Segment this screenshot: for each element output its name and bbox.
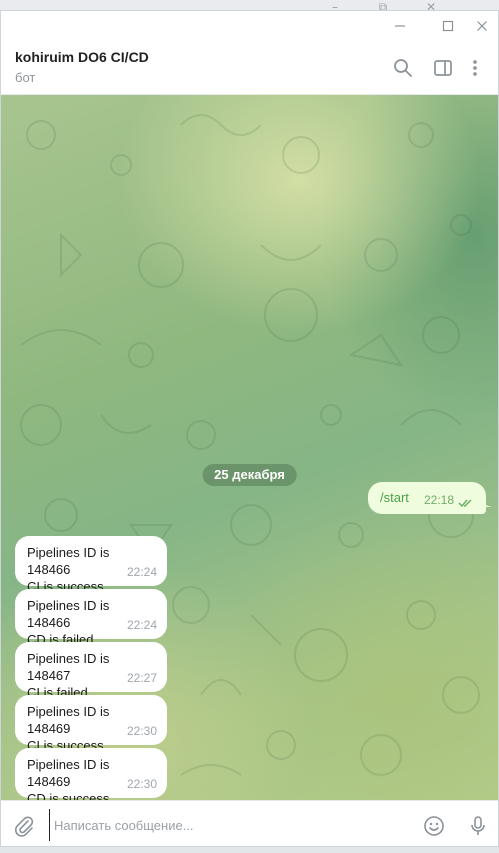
chat-title[interactable]: kohiruim DO6 CI/CD [15, 49, 149, 65]
message-text[interactable]: /start [380, 490, 409, 505]
message-time: 22:24 [126, 565, 157, 579]
chat-header: kohiruim DO6 CI/CD бот [1, 40, 498, 95]
close-icon [477, 20, 487, 31]
message-input[interactable] [49, 809, 399, 841]
messages-area[interactable]: 25 декабря /start 22:18 Pipelines ID is … [1, 95, 498, 800]
chat-subtitle: бот [15, 70, 36, 85]
minimize-button[interactable] [383, 11, 417, 40]
microphone-icon [471, 816, 485, 835]
voice-message-button[interactable] [465, 813, 491, 839]
sidebar-toggle-icon [434, 60, 452, 76]
sidebar-toggle-button[interactable] [431, 56, 455, 80]
outgoing-message[interactable]: /start 22:18 [368, 482, 486, 514]
message-time: 22:18 [423, 493, 454, 507]
message-time: 22:24 [126, 618, 157, 632]
window-titlebar [1, 11, 498, 40]
incoming-message[interactable]: Pipelines ID is 148466 CD is failed 22:2… [15, 589, 167, 647]
telegram-window: kohiruim DO6 CI/CD бот 25 декабря /start… [0, 10, 499, 847]
incoming-message[interactable]: Pipelines ID is 148469 CI is success 22:… [15, 695, 167, 753]
emoji-icon [424, 816, 444, 836]
bubble-tail [480, 493, 492, 507]
message-composer [1, 800, 498, 846]
date-divider: 25 декабря [202, 464, 297, 486]
incoming-message[interactable]: Pipelines ID is 148466 CI is success 22:… [15, 536, 167, 594]
close-button[interactable] [465, 11, 498, 40]
taskbar-strip [0, 847, 499, 853]
minimize-icon [395, 24, 405, 27]
read-checkmarks-icon [458, 499, 472, 508]
incoming-message[interactable]: Pipelines ID is 148467 CI is failed 22:2… [15, 642, 167, 700]
emoji-button[interactable] [421, 813, 447, 839]
message-time: 22:27 [126, 671, 157, 685]
search-icon [394, 59, 412, 77]
maximize-button[interactable] [431, 11, 465, 40]
attach-icon [15, 816, 34, 837]
search-button[interactable] [391, 56, 415, 80]
attach-button[interactable] [11, 813, 37, 839]
more-options-button[interactable] [463, 56, 487, 80]
message-time: 22:30 [126, 724, 157, 738]
message-time: 22:30 [126, 777, 157, 791]
incoming-message[interactable]: Pipelines ID is 148469 CD is success 22:… [15, 748, 167, 800]
more-vertical-icon [473, 60, 477, 76]
maximize-icon [442, 20, 454, 31]
